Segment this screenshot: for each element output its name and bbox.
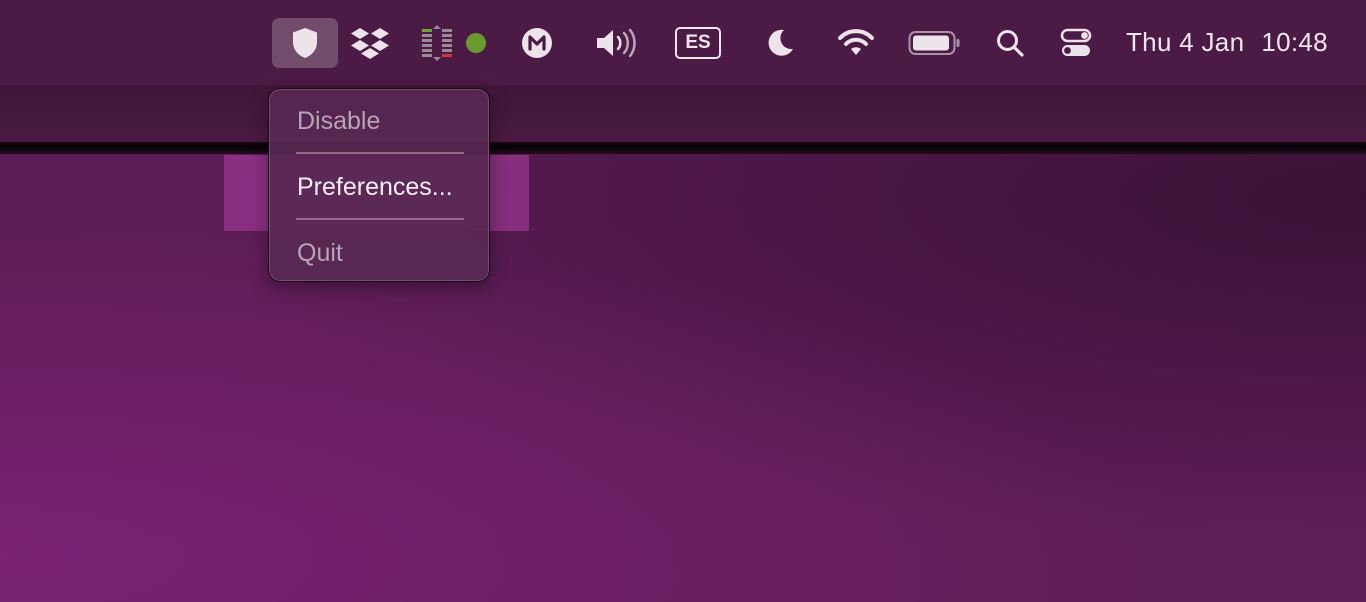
menu-bar: ES Thu 4 Jan 10:48 (0, 0, 1366, 85)
control-center-icon[interactable] (1058, 18, 1094, 68)
moon-icon[interactable] (762, 18, 798, 68)
search-icon[interactable] (994, 18, 1026, 68)
menu-item-quit: Quit (297, 239, 343, 267)
wallpaper-crease (0, 142, 1366, 154)
mega-icon[interactable] (518, 18, 556, 68)
activity-meter-icon[interactable] (417, 18, 459, 68)
menu-item-preferences[interactable]: Preferences... (297, 170, 453, 204)
input-source-menu[interactable]: ES (674, 18, 722, 68)
dropbox-icon[interactable] (347, 18, 393, 68)
menu-item-disable: Disable (297, 107, 381, 135)
battery-icon[interactable] (908, 18, 962, 68)
volume-icon[interactable] (592, 18, 640, 68)
wallpaper-upper-band (0, 84, 1366, 142)
menubar-clock[interactable]: Thu 4 Jan 10:48 (1126, 24, 1328, 60)
status-dot-icon (464, 18, 488, 68)
menubar-time: 10:48 (1261, 27, 1328, 57)
shield-icon[interactable] (272, 18, 338, 68)
wifi-icon[interactable] (836, 18, 876, 68)
desktop: ES Thu 4 Jan 10:48 Disable Preferences..… (0, 0, 1366, 602)
menu-separator (296, 152, 464, 154)
wallpaper (0, 154, 1366, 602)
input-source-label: ES (675, 27, 721, 59)
menu-separator (296, 218, 464, 220)
shield-dropdown-menu: Disable Preferences... Quit (268, 88, 490, 282)
menubar-date: Thu 4 Jan (1126, 27, 1245, 57)
